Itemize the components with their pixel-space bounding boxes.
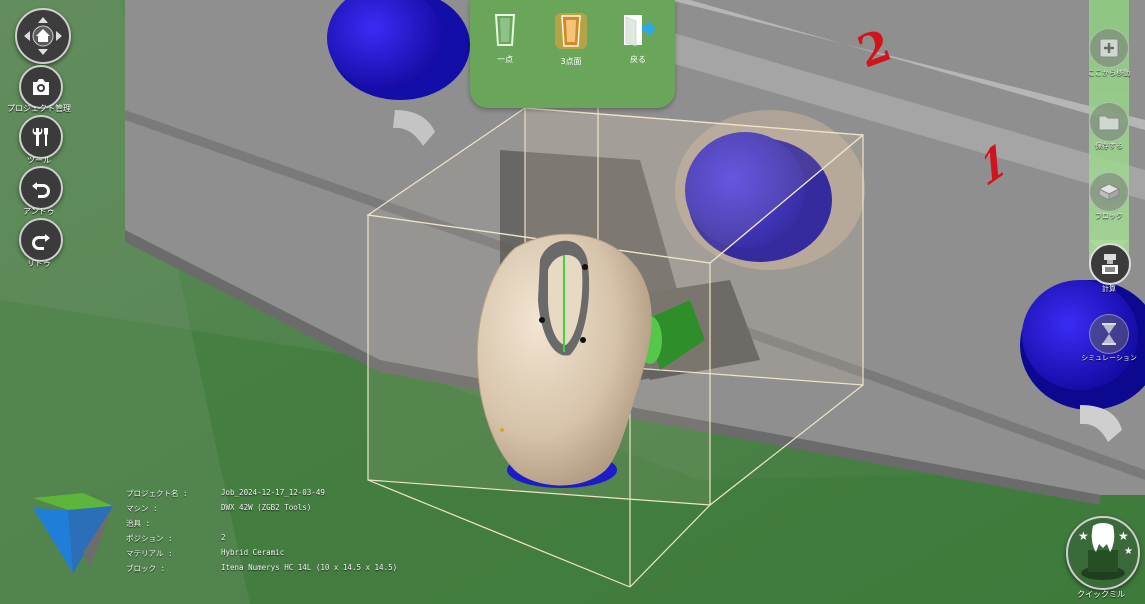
magic-hat-tooth-icon: ★ ★ ★ <box>1078 523 1133 580</box>
add-here-icon <box>1099 38 1119 58</box>
block-label: ブロック <box>1095 212 1123 220</box>
simulation-label: シミュレーション <box>1081 354 1137 362</box>
block-button[interactable] <box>1089 172 1129 212</box>
simulation-button[interactable] <box>1089 314 1129 354</box>
three-point-plane-button[interactable]: 3点面 <box>541 12 601 67</box>
info-row-fixture: 治具 : <box>126 518 456 533</box>
svg-text:★: ★ <box>1124 546 1133 557</box>
one-point-button[interactable]: 一点 <box>475 12 535 65</box>
simulation-icon <box>1102 323 1116 345</box>
quick-mill-button[interactable]: ★ ★ ★ <box>1066 516 1140 590</box>
move-from-here-button[interactable] <box>1089 28 1129 68</box>
info-row-position: ポジション : 2 <box>126 533 456 548</box>
home-nav-icon <box>24 17 62 55</box>
calculate-button[interactable] <box>1089 243 1131 285</box>
info-key: プロジェクト名 : <box>126 489 188 498</box>
tools-icon <box>32 128 48 146</box>
undo-label: アンドゥ <box>23 207 55 216</box>
info-value: DWX 42W (ZGB2 Tools) <box>221 503 312 512</box>
three-point-label: 3点面 <box>560 57 582 66</box>
info-key: マテリアル : <box>126 549 173 558</box>
project-manage-label: プロジェクト管理 <box>7 104 71 113</box>
info-row-project-name: プロジェクト名 : Job_2024-12-17_12-03-49 <box>126 488 456 503</box>
info-key: マシン : <box>126 504 158 513</box>
back-label: 戻る <box>630 55 646 64</box>
redo-button[interactable] <box>19 218 63 262</box>
info-value: Itena Numerys HC 14L (10 x 14.5 x 14.5) <box>221 563 398 572</box>
exit-door-icon <box>624 15 656 47</box>
undo-icon <box>32 182 50 198</box>
project-info-panel: プロジェクト名 : Job_2024-12-17_12-03-49 マシン : … <box>126 488 456 578</box>
info-row-machine: マシン : DWX 42W (ZGB2 Tools) <box>126 503 456 518</box>
info-value: 2 <box>221 533 226 542</box>
app-logo <box>33 493 113 573</box>
tools-button[interactable] <box>19 115 63 159</box>
info-key: ブロック : <box>126 564 166 573</box>
home-navigation-pad[interactable] <box>15 8 71 64</box>
move-from-here-label: ここから移動 <box>1088 69 1130 77</box>
svg-text:★: ★ <box>1118 529 1129 543</box>
folder-icon <box>1098 115 1120 131</box>
save-button[interactable] <box>1089 102 1129 142</box>
info-value: Hybrid Ceramic <box>221 548 285 557</box>
info-key: 治具 : <box>126 519 151 528</box>
one-point-label: 一点 <box>497 55 513 64</box>
left-toolbar: プロジェクト管理 ツール アンドゥ リドゥ <box>0 0 90 280</box>
info-row-material: マテリアル : Hybrid Ceramic <box>126 548 456 563</box>
one-point-icon <box>494 14 516 46</box>
calculate-icon <box>1102 254 1118 274</box>
info-value: Job_2024-12-17_12-03-49 <box>221 488 325 497</box>
back-button[interactable]: 戻る <box>608 12 668 65</box>
redo-icon <box>32 234 50 250</box>
tools-label: ツール <box>27 156 51 165</box>
info-row-block: ブロック : Itena Numerys HC 14L (10 x 14.5 x… <box>126 563 456 578</box>
quick-mill-label: クイックミル <box>1077 590 1125 599</box>
redo-label: リドゥ <box>27 259 51 268</box>
three-point-icon <box>555 13 587 49</box>
calculate-label: 計算 <box>1102 285 1116 293</box>
top-toolbar: 一点 3点面 戻る <box>470 0 675 108</box>
camera-icon <box>33 79 49 95</box>
undo-button[interactable] <box>19 166 63 210</box>
block-icon <box>1097 183 1121 201</box>
info-key: ポジション : <box>126 534 173 543</box>
svg-text:★: ★ <box>1078 529 1089 543</box>
save-label: 保存する <box>1095 142 1123 150</box>
